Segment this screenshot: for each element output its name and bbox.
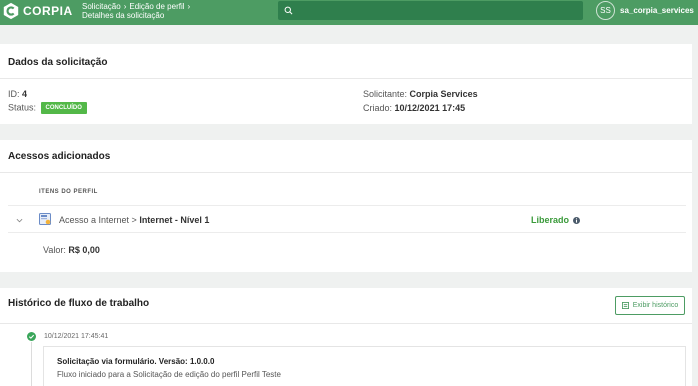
chevron-down-icon[interactable] [16,217,23,224]
username[interactable]: sa_corpia_services [620,6,694,15]
profile-item-icon [39,213,51,225]
timeline-entry: Solicitação via formulário. Versão: 1.0.… [43,346,686,386]
check-circle-icon [27,332,36,341]
breadcrumb: Solicitação › Edição de perfil › Detalhes d… [82,2,193,20]
workflow-title: Histórico de fluxo de trabalho [8,298,150,309]
search-input[interactable] [278,1,583,20]
info-icon[interactable] [573,216,581,224]
value-amount: R$ 0,00 [68,245,100,255]
requester-field: Solicitante: Corpia Services [363,89,478,99]
chevron-right-icon: › [123,2,127,11]
search-icon [284,6,293,15]
requester-label: Solicitante: [363,89,408,99]
entry-description: Fluxo iniciado para a Solicitação de edi… [57,370,281,379]
entry-title: Solicitação via formulário. Versão: 1.0.… [57,357,215,366]
user-menu[interactable]: SS sa_corpia_services [596,1,694,20]
status-badge: CONCLUÍDO [40,102,87,114]
breadcrumb-item-edicao-perfil[interactable]: Edição de perfil [129,2,184,11]
show-history-label: Exibir histórico [632,302,679,309]
timeline-timestamp: 10/12/2021 17:45:41 [44,333,109,340]
access-status: Liberado [531,215,570,225]
created-value: 10/12/2021 17:45 [394,103,466,113]
access-path: Acesso a Internet > [59,215,137,225]
chevron-right-icon: › [187,2,191,11]
breadcrumb-item-solicitacao[interactable]: Solicitação [82,2,121,11]
id-value: 4 [22,89,28,99]
top-header: CORPIA Solicitação › Edição de perfil › Det… [0,0,698,25]
divider [0,323,692,324]
history-icon [621,302,629,309]
corpia-logo[interactable]: CORPIA [2,2,73,20]
created-label: Criado: [363,103,393,113]
added-access-title: Acessos adicionados [8,151,111,162]
value-label: Valor: [43,245,66,255]
status-label: Status: [8,102,37,113]
show-history-button[interactable]: Exibir histórico [615,296,685,315]
timeline-line [31,342,32,386]
breadcrumb-current: Detalhes da solicitação [82,11,165,20]
added-access-card: Acessos adicionados ITENS DO PERFIL Aces… [0,140,692,272]
access-name: Internet - Nível 1 [139,215,210,225]
requester-value: Corpia Services [409,89,478,99]
status-field: Status: CONCLUÍDO [8,102,87,114]
id-label: ID: [8,89,20,99]
created-field: Criado: 10/12/2021 17:45 [363,103,465,113]
id-field: ID: 4 [8,89,27,99]
profile-items-header: ITENS DO PERFIL [39,189,98,195]
row-divider [8,232,686,233]
value-field: Valor: R$ 0,00 [43,245,100,255]
request-data-title: Dados da solicitação [8,57,108,68]
avatar[interactable]: SS [596,1,615,20]
corpia-logo-icon [3,2,19,20]
request-data-card: Dados da solicitação ID: 4 Status: CONCL… [0,44,692,124]
list-item: Acesso a Internet > Internet - Nível 1 L… [8,206,686,233]
logo-text: CORPIA [23,4,73,18]
divider [0,78,692,79]
divider [0,172,692,173]
